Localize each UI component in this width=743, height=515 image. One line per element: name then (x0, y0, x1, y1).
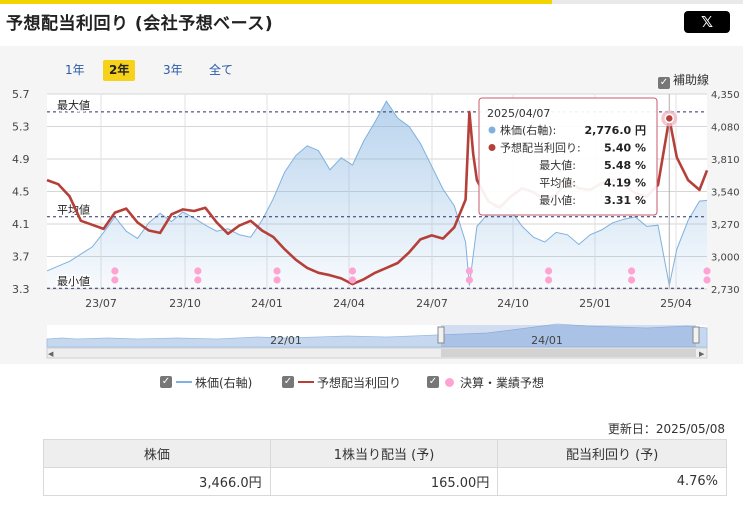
tooltip-row-label: 予想配当利回り: (500, 141, 581, 155)
cell-price: 3,466.0円 (43, 467, 271, 496)
earnings-marker (111, 267, 119, 275)
tooltip-row-value: 2,776.0 円 (585, 124, 646, 137)
updated-date: 更新日：2025/05/08 (607, 422, 725, 436)
tooltip-row-label: 最小値: (539, 194, 576, 207)
tooltip-series-dot (488, 144, 496, 151)
earnings-dot-swatch (445, 377, 454, 387)
reference-label: 最大値 (57, 98, 90, 112)
y-left-tick-label: 4.5 (12, 186, 30, 199)
legend-item-yield[interactable]: ✓ 予想配当利回り (282, 374, 401, 390)
tooltip-row-label: 最大値: (539, 158, 576, 172)
earnings-marker (703, 267, 711, 275)
x-tick-label: 24/07 (416, 297, 448, 310)
yield-line-swatch (298, 381, 314, 383)
navigator-tick-label: 22/01 (270, 334, 302, 347)
tooltip-row-value: 5.40 % (604, 142, 646, 155)
legend-price-label: 株価(右軸) (195, 375, 253, 390)
earnings-marker (194, 267, 202, 275)
check-icon: ✓ (427, 376, 439, 388)
scroll-left-icon: ◀ (48, 350, 54, 358)
y-right-tick-label: 4,350 (711, 90, 740, 101)
price-line-swatch (176, 381, 192, 383)
tooltip-series-dot (488, 126, 496, 134)
earnings-marker (194, 276, 202, 284)
tooltip: 2025/04/07 株価(右軸): 2,776.0 円予想配当利回り: 5.40 %… (478, 97, 658, 216)
x-tick-label: 24/10 (497, 297, 529, 310)
y-left-tick-label: 3.3 (12, 283, 30, 296)
navigator-tick-label: 24/01 (531, 334, 563, 347)
y-left-tick-label: 4.9 (12, 153, 30, 166)
x-tick-label: 24/04 (333, 297, 365, 310)
navigator-handle-left (437, 326, 445, 344)
y-left-tick-label: 5.7 (12, 88, 30, 101)
hover-point (664, 113, 675, 124)
tooltip-row-value: 4.19 % (604, 177, 646, 190)
scroll-right-icon: ▶ (699, 350, 705, 358)
tooltip-row-label: 株価(右軸): (500, 123, 556, 137)
reference-label: 最小値 (57, 275, 90, 288)
header-dividend: 1株当り配当 (予) (269, 439, 499, 468)
header-price: 株価 (43, 439, 271, 468)
x-tick-label: 25/04 (660, 297, 692, 310)
tooltip-row-label: 平均値: (539, 177, 576, 190)
legend-earnings-label: 決算・業績予想 (460, 375, 545, 390)
cell-dividend: 165.00円 (269, 467, 499, 496)
tooltip-row-value: 5.48 % (604, 159, 646, 172)
earnings-marker (627, 276, 636, 284)
navigator-window (441, 325, 696, 347)
y-right-tick-label: 3,810 (711, 155, 740, 166)
earnings-marker (348, 276, 357, 284)
tooltip-date: 2025/04/07 (487, 107, 550, 120)
y-right-tick-label: 3,270 (711, 220, 740, 231)
y-right-tick-label: 4,080 (711, 123, 740, 134)
legend-yield-label: 予想配当利回り (317, 375, 402, 390)
cell-yield: 4.76% (497, 467, 727, 496)
tooltip-row-value: 3.31 % (604, 194, 646, 207)
summary-table: 株価 1株当り配当 (予) 配当利回り (予) 3,466.0円 165.00円… (43, 439, 727, 496)
table-header-row: 株価 1株当り配当 (予) 配当利回り (予) (43, 439, 727, 468)
navigator-scrollbar-thumb (441, 349, 696, 357)
check-icon: ✓ (160, 376, 172, 388)
x-tick-label: 23/10 (169, 297, 201, 310)
navigator-handle-right (692, 326, 700, 344)
x-tick-label: 24/01 (251, 297, 283, 310)
earnings-marker (465, 267, 473, 275)
x-tick-label: 25/01 (579, 297, 611, 310)
y-right-tick-label: 2,730 (711, 285, 740, 296)
earnings-marker (273, 267, 281, 275)
earnings-marker (627, 267, 636, 275)
y-left-tick-label: 5.3 (12, 121, 30, 134)
header-yield: 配当利回り (予) (497, 439, 727, 468)
y-right-tick-label: 3,000 (711, 253, 740, 264)
check-icon: ✓ (282, 376, 294, 388)
x-tick-label: 23/07 (85, 297, 117, 310)
y-left-tick-label: 4.1 (12, 218, 30, 231)
navigator[interactable]: 22/01 24/01 ◀ ▶ (46, 323, 708, 359)
table-row: 3,466.0円 165.00円 4.76% (43, 467, 727, 496)
earnings-marker (545, 267, 553, 275)
earnings-marker (465, 276, 473, 284)
legend-item-earnings[interactable]: ✓ 決算・業績予想 (427, 374, 544, 390)
earnings-marker (545, 276, 553, 284)
earnings-marker (273, 276, 281, 284)
earnings-marker (111, 276, 119, 284)
legend-item-price[interactable]: ✓ 株価(右軸) (160, 374, 252, 390)
earnings-marker (348, 267, 357, 275)
y-left-tick-label: 3.7 (12, 251, 30, 264)
earnings-marker (703, 276, 711, 284)
y-right-tick-label: 3,540 (711, 188, 740, 199)
dividend-yield-chart: 最大値平均値最小値 5.75.34.94.54.13.73.34,3504,08… (12, 88, 740, 359)
